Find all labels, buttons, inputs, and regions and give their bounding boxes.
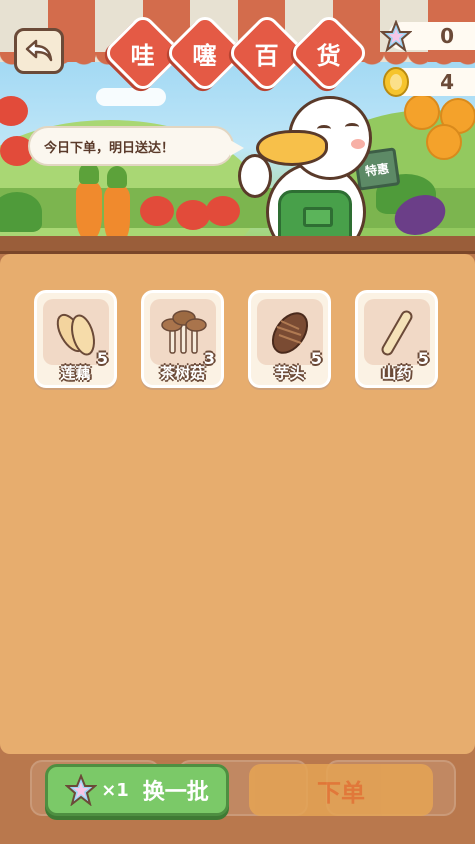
tomato-icon xyxy=(140,196,174,226)
yam-icon xyxy=(381,310,413,356)
mushroom-icon xyxy=(161,310,207,354)
title-char: 货 xyxy=(287,11,371,95)
item-name: 茶树菇 xyxy=(159,364,205,382)
place-order-button[interactable]: 下单 xyxy=(249,764,433,816)
page-title: 哇 噻 百 货 xyxy=(101,11,371,95)
delivery-message: 今日下单，明日送达！ xyxy=(44,140,175,156)
goods-panel: 5 莲藕 3 茶树菇 5 芋头 5 山药 xyxy=(0,254,475,754)
carrot-icon xyxy=(104,166,130,244)
cloud xyxy=(96,88,166,106)
tomato-icon xyxy=(176,200,210,230)
lettuce-icon xyxy=(0,192,42,232)
refresh-cost: ×1 xyxy=(101,779,129,801)
pelican-mascot xyxy=(236,92,386,246)
orange-icon xyxy=(426,124,462,160)
counter-beam xyxy=(0,236,475,254)
star-count: 0 xyxy=(440,24,454,48)
item-card[interactable]: 3 茶树菇 xyxy=(141,290,224,388)
back-button[interactable] xyxy=(14,28,64,74)
rainbow-star-icon xyxy=(380,20,412,52)
refresh-label: 换一批 xyxy=(142,780,209,805)
item-card[interactable]: 5 芋头 xyxy=(248,290,331,388)
refresh-batch-button[interactable]: ×1 换一批 xyxy=(45,764,229,816)
back-arrow-icon xyxy=(25,39,53,62)
item-list: 5 莲藕 3 茶树菇 5 芋头 5 山药 xyxy=(34,290,438,388)
item-name: 山药 xyxy=(381,364,412,382)
item-name: 芋头 xyxy=(274,364,305,382)
tomato-icon xyxy=(0,96,28,126)
coin-count: 4 xyxy=(440,70,454,94)
rainbow-star-icon xyxy=(65,774,98,806)
taro-icon xyxy=(271,312,309,354)
gold-coin-icon xyxy=(383,67,409,97)
item-card[interactable]: 5 莲藕 xyxy=(34,290,117,388)
carrot-icon xyxy=(76,162,102,240)
item-card[interactable]: 5 山药 xyxy=(355,290,438,388)
orange-icon xyxy=(404,94,440,130)
order-label: 下单 xyxy=(317,778,365,807)
lotus-root-icon xyxy=(56,313,95,356)
speech-bubble: 今日下单，明日送达！ xyxy=(28,126,244,166)
tomato-icon xyxy=(206,196,240,226)
bottom-bar: ×1 换一批 下单 xyxy=(0,754,475,844)
item-name: 莲藕 xyxy=(60,364,91,382)
